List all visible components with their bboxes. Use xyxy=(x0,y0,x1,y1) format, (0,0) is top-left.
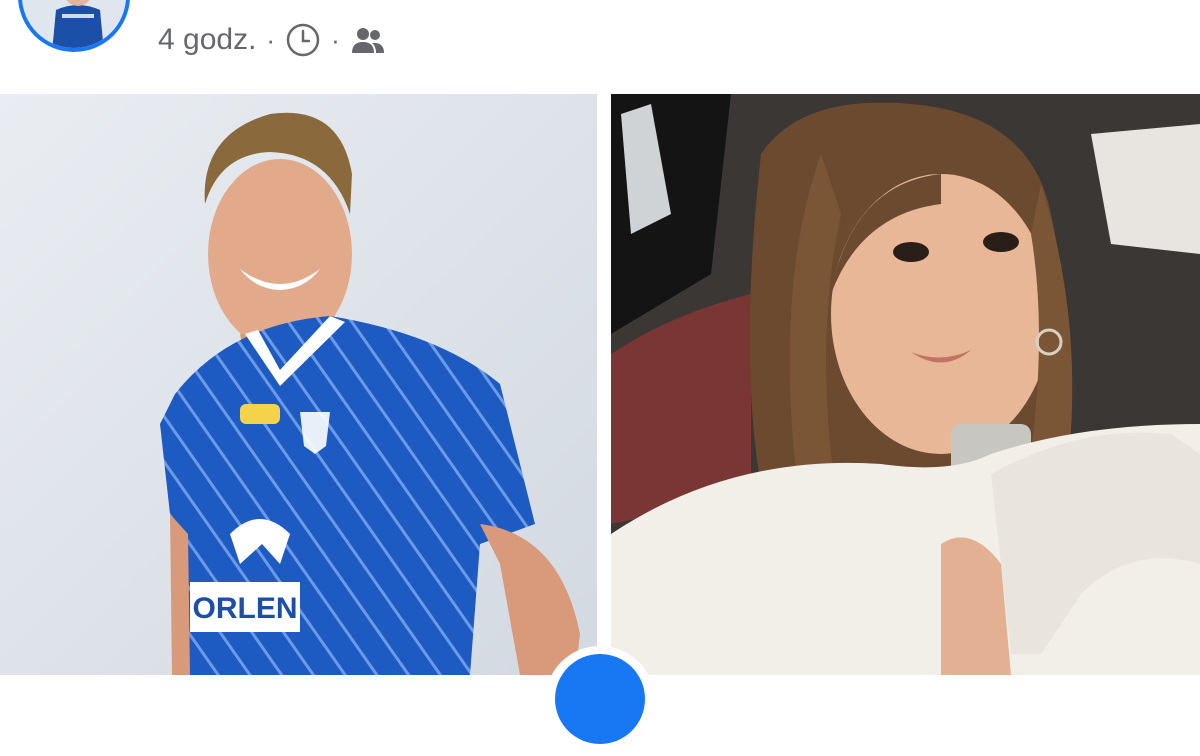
separator-dot: · xyxy=(331,25,340,55)
friends-icon[interactable] xyxy=(350,25,386,55)
post-time[interactable]: 4 godz. xyxy=(158,23,256,57)
separator-dot: · xyxy=(266,25,276,55)
avatar-image xyxy=(22,0,126,48)
post-meta: 4 godz. · · xyxy=(158,20,386,60)
photo-grid: ORLEN xyxy=(0,94,1200,675)
woman-selfie-image xyxy=(611,94,1200,675)
clock-icon xyxy=(285,22,321,58)
photo-football-player[interactable]: ORLEN xyxy=(0,94,597,675)
profile-avatar[interactable] xyxy=(18,0,130,52)
football-player-image: ORLEN xyxy=(0,94,597,675)
photo-woman-selfie[interactable] xyxy=(611,94,1200,675)
author-name-cropped[interactable] xyxy=(160,0,900,10)
jersey-sponsor-text: ORLEN xyxy=(193,592,298,625)
play-button-circle xyxy=(555,654,645,744)
play-button[interactable] xyxy=(545,646,655,756)
post-header: 4 godz. · · xyxy=(0,0,1200,92)
